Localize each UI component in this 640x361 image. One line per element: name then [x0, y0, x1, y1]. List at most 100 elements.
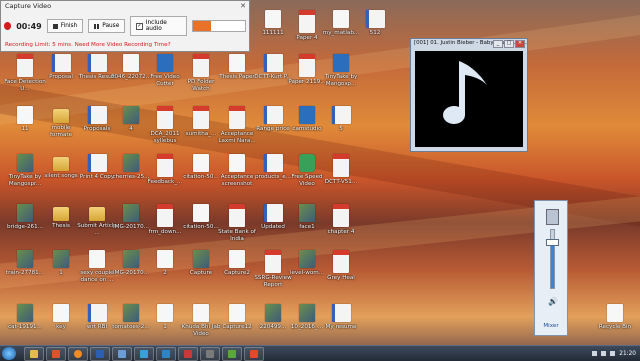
minimize-button[interactable]: _ [493, 40, 503, 48]
pause-icon [94, 23, 100, 29]
desktop-icon-label: SSRG-Review Report [254, 275, 292, 288]
app-icon [140, 350, 148, 358]
white-file-icon [123, 54, 139, 72]
desktop-icon[interactable]: My resume [320, 304, 362, 331]
app-icon [184, 350, 192, 358]
tray-chevron-icon[interactable] [592, 351, 598, 356]
doc-file-icon [263, 204, 283, 222]
folder-file-icon [53, 157, 69, 171]
capture-window-title: Capture Video [5, 2, 52, 10]
taskbar-word-button[interactable] [90, 347, 110, 361]
pdf-file-icon [193, 54, 209, 77]
taskbar-app-button[interactable] [156, 347, 176, 361]
white-file-icon [193, 304, 209, 322]
media-icon [118, 350, 126, 358]
folder-icon [30, 350, 38, 358]
desktop-icon[interactable]: 512 [354, 10, 396, 37]
recording-limit-link[interactable]: Recording Limit: 5 mins. Need More Video… [5, 42, 171, 48]
folder-file-icon [53, 207, 69, 221]
clock[interactable]: 21:20 [619, 351, 636, 357]
window-controls: _ □ ✕ [493, 40, 525, 48]
music-note-icon [443, 61, 487, 125]
desktop-icon-label: PD Folder Watch [187, 79, 215, 92]
close-icon[interactable]: ✕ [240, 2, 246, 10]
browser-icon [52, 350, 60, 358]
doc-file-icon [263, 106, 283, 124]
pdf-file-icon [333, 250, 349, 273]
img-file-icon [53, 250, 69, 268]
img-file-icon [17, 154, 33, 172]
player-visual[interactable] [415, 51, 523, 147]
taskbar-app-button[interactable] [178, 347, 198, 361]
volume-tray-icon[interactable] [610, 351, 616, 356]
taskbar-app-button[interactable] [134, 347, 154, 361]
pdf-file-icon [229, 204, 245, 227]
taskbar-browser-button[interactable] [46, 347, 66, 361]
desktop-icon-label: 5 [339, 126, 343, 132]
include-audio-checkbox[interactable]: ✓ Include audio [130, 16, 187, 36]
taskbar-explorer-button[interactable] [24, 347, 44, 361]
desktop-icon[interactable]: DCTT-V51... [320, 154, 362, 186]
pdf-file-icon [333, 204, 349, 227]
pdf-file-icon [193, 106, 209, 129]
doc-file-icon [87, 154, 107, 172]
pdf-file-icon [299, 54, 315, 77]
firefox-icon [74, 350, 82, 358]
taskbar-app-button[interactable] [200, 347, 220, 361]
pdf-file-icon [157, 154, 173, 177]
start-button[interactable] [2, 347, 16, 360]
desktop-icon-label: My resume [325, 324, 357, 330]
desktop-icon[interactable]: 5 [320, 106, 362, 133]
taskbar-app-button[interactable] [222, 347, 242, 361]
desktop-icon-label: DCTT-V51... [324, 179, 358, 185]
doc-file-icon [51, 54, 71, 72]
folder-file-icon [89, 207, 105, 221]
audio-level-fill [192, 21, 211, 31]
img-file-icon [123, 154, 139, 172]
mixer-link[interactable]: Mixer [535, 323, 567, 329]
white-file-icon [17, 106, 33, 124]
desktop-icon[interactable]: Recycle Bin [594, 304, 636, 331]
white-file-icon [53, 304, 69, 322]
desktop-icon-label: State Bank of India [218, 229, 256, 242]
pause-button[interactable]: Pause [88, 19, 126, 33]
img-file-icon [17, 304, 33, 322]
maximize-button[interactable]: □ [504, 40, 514, 48]
taskbar-media-button[interactable] [112, 347, 132, 361]
checkmark-icon: ✓ [136, 22, 143, 30]
app-icon [250, 350, 258, 358]
desktop-icon[interactable]: TinyTake by Mangosp... [320, 54, 362, 88]
app-icon [228, 350, 236, 358]
desktop-icon[interactable]: Grey Heal [320, 250, 362, 282]
volume-slider-fill [551, 241, 554, 288]
desktop-icon-label: Face Detection U... [4, 79, 46, 92]
taskbar-firefox-button[interactable] [68, 347, 88, 361]
white-file-icon [229, 304, 245, 322]
speaker-icon[interactable]: 🔊 [548, 297, 558, 306]
close-button[interactable]: ✕ [515, 40, 525, 48]
app-icon [162, 350, 170, 358]
doc-file-icon [87, 106, 107, 124]
pdf-file-icon [229, 106, 245, 129]
audio-level-meter [191, 20, 246, 32]
network-icon[interactable] [601, 351, 607, 356]
img-file-icon [123, 304, 139, 322]
capture-controls: 00:49 Finish Pause ✓ Include audio [4, 16, 246, 36]
finish-label: Finish [60, 23, 78, 29]
finish-button[interactable]: Finish [46, 19, 84, 33]
taskbar-app-button[interactable] [244, 347, 264, 361]
volume-slider-thumb[interactable] [546, 238, 559, 246]
app-file-icon [299, 106, 315, 124]
app-icon [206, 350, 214, 358]
desktop-icon[interactable]: chapter 4 [320, 204, 362, 236]
media-player-window: [001] 01. Justin Bieber - Baby (feat Lud… [410, 38, 528, 152]
white-file-icon [193, 204, 209, 222]
speaker-device-icon [546, 209, 559, 225]
pdf-file-icon [157, 106, 173, 129]
volume-popup: 🔊 Mixer [534, 200, 568, 336]
app-file-icon [157, 54, 173, 72]
white-file-icon [89, 250, 105, 268]
white-file-icon [265, 10, 281, 28]
white-file-icon [229, 154, 245, 172]
desktop-icon-label: 512 [369, 30, 381, 36]
